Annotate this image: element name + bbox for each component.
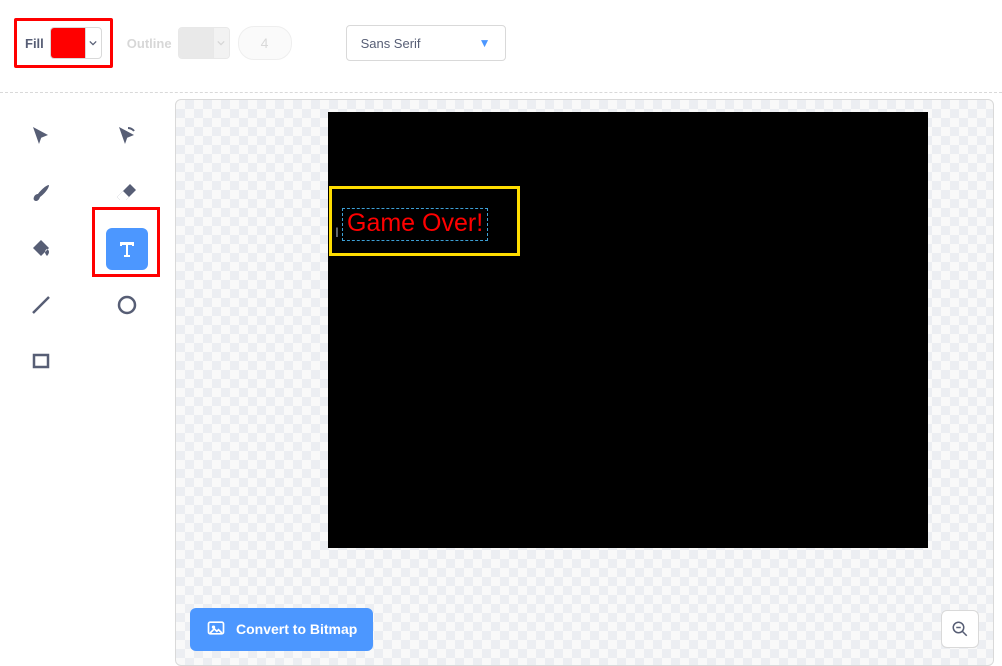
outline-color-picker[interactable] bbox=[178, 27, 230, 59]
text-cursor-ibeam-icon: I bbox=[336, 224, 339, 240]
fill-bucket-tool[interactable] bbox=[20, 228, 62, 270]
outline-color-group: Outline 4 bbox=[127, 26, 292, 60]
stage-backdrop bbox=[328, 112, 928, 548]
canvas-text-input[interactable]: Game Over! bbox=[342, 208, 488, 241]
chevron-down-icon bbox=[85, 28, 101, 58]
tool-palette bbox=[0, 93, 175, 666]
eraser-tool[interactable] bbox=[106, 172, 148, 214]
zoom-out-icon bbox=[951, 620, 969, 638]
chevron-down-icon bbox=[213, 28, 229, 58]
font-family-value: Sans Serif bbox=[361, 36, 421, 51]
canvas-bottom-bar: Convert to Bitmap bbox=[176, 593, 993, 665]
fill-color-group-highlight: Fill bbox=[14, 18, 113, 68]
image-icon bbox=[206, 618, 226, 641]
outline-thickness-value: 4 bbox=[261, 35, 269, 51]
font-family-select[interactable]: Sans Serif ▼ bbox=[346, 25, 506, 61]
chevron-down-icon: ▼ bbox=[479, 36, 491, 50]
convert-button-label: Convert to Bitmap bbox=[236, 621, 357, 637]
outline-thickness-input[interactable]: 4 bbox=[238, 26, 292, 60]
format-toolbar: Fill Outline 4 Sans Serif ▼ bbox=[0, 0, 1002, 93]
canvas-area[interactable]: I Game Over! Convert to Bitmap bbox=[175, 99, 994, 666]
select-tool[interactable] bbox=[20, 116, 62, 158]
rectangle-tool[interactable] bbox=[20, 340, 62, 382]
brush-tool[interactable] bbox=[20, 172, 62, 214]
zoom-out-button[interactable] bbox=[941, 610, 979, 648]
fill-color-picker[interactable] bbox=[50, 27, 102, 59]
fill-label: Fill bbox=[25, 36, 44, 51]
line-tool[interactable] bbox=[20, 284, 62, 326]
editor-main: I Game Over! Convert to Bitmap bbox=[0, 93, 1002, 666]
text-tool[interactable] bbox=[106, 228, 148, 270]
reshape-tool[interactable] bbox=[106, 116, 148, 158]
convert-to-bitmap-button[interactable]: Convert to Bitmap bbox=[190, 608, 373, 651]
canvas-text-value: Game Over! bbox=[347, 209, 483, 237]
circle-tool[interactable] bbox=[106, 284, 148, 326]
outline-label: Outline bbox=[127, 36, 172, 51]
outline-color-swatch bbox=[179, 28, 213, 58]
fill-color-swatch bbox=[51, 28, 85, 58]
